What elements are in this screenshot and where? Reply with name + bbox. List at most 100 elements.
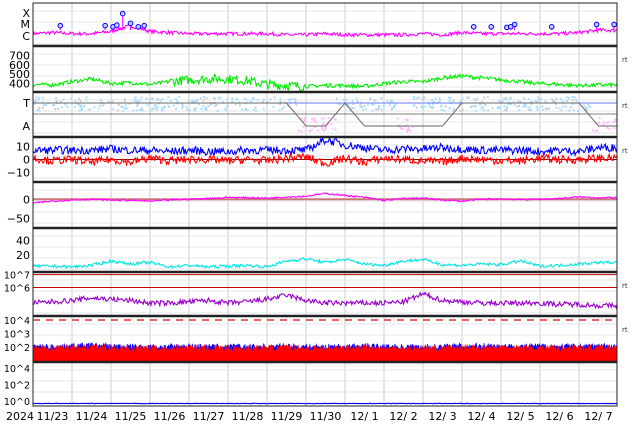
- temperature-point: [409, 129, 412, 132]
- flare-marker: [593, 21, 600, 28]
- temperature-point: [85, 96, 88, 99]
- temperature-point: [554, 100, 557, 103]
- temperature-point: [135, 100, 138, 103]
- temperature-point: [589, 106, 592, 109]
- temperature-point: [315, 121, 318, 124]
- temperature-point: [453, 107, 456, 110]
- temperature-point: [156, 106, 159, 109]
- temperature-point: [584, 106, 587, 109]
- flare-marker: [470, 24, 477, 30]
- temperature-point: [518, 109, 521, 112]
- temperature-point: [250, 100, 253, 103]
- temperature-point: [181, 103, 184, 106]
- temperature-point: [226, 105, 229, 108]
- temperature-point: [55, 99, 58, 102]
- y-tick-label: 10^4: [4, 316, 30, 327]
- temperature-point: [491, 107, 494, 110]
- temperature-point: [356, 100, 359, 103]
- temperature-point: [503, 97, 506, 100]
- temperature-point: [583, 104, 586, 107]
- temperature-point: [344, 98, 347, 101]
- temperature-point: [421, 104, 424, 107]
- temperature-point: [224, 109, 227, 112]
- temperature-point: [528, 108, 531, 111]
- temperature-point: [331, 128, 334, 131]
- series-index: [33, 257, 617, 270]
- temperature-point: [567, 97, 570, 100]
- temperature-point: [438, 100, 441, 103]
- y-tick-label: 10: [16, 140, 30, 153]
- x-tick-label: 11/29: [271, 410, 303, 423]
- temperature-point: [132, 99, 135, 102]
- series-speed: [33, 72, 617, 92]
- temperature-point: [139, 99, 142, 102]
- temperature-point: [176, 100, 179, 103]
- temperature-point: [322, 117, 325, 120]
- temperature-point: [591, 129, 594, 132]
- temperature-point: [111, 100, 114, 103]
- temperature-point: [181, 106, 184, 109]
- temperature-point: [334, 128, 337, 131]
- temperature-point: [478, 103, 481, 106]
- temperature-point: [66, 106, 69, 109]
- temperature-point: [577, 109, 580, 112]
- temperature-point: [207, 105, 210, 108]
- temperature-point: [560, 109, 563, 112]
- temperature-point: [555, 106, 558, 109]
- temperature-point: [353, 107, 356, 110]
- temperature-point: [202, 105, 205, 108]
- temperature-point: [552, 100, 555, 103]
- temperature-point: [430, 99, 433, 102]
- temperature-point: [508, 98, 511, 101]
- temperature-point: [406, 118, 409, 121]
- temperature-point: [167, 96, 170, 99]
- temperature-point: [304, 130, 307, 133]
- temperature-point: [507, 103, 510, 106]
- y-tick-label: 400: [9, 78, 30, 91]
- temperature-point: [224, 107, 227, 110]
- temperature-point: [172, 104, 175, 107]
- temperature-point: [124, 107, 127, 110]
- temperature-point: [117, 109, 120, 112]
- temperature-point: [528, 105, 531, 108]
- temperature-point: [93, 106, 96, 109]
- temperature-point: [434, 98, 437, 101]
- temperature-point: [407, 126, 410, 129]
- x-tick-label: 12/ 1: [350, 410, 378, 423]
- temperature-point: [420, 106, 423, 109]
- space-weather-chart: 2024 11/23 11/24 11/25 11/26 11/27 11/28 11/29 1…: [0, 0, 634, 424]
- temperature-point: [380, 108, 383, 111]
- temperature-point: [262, 100, 265, 103]
- temperature-point: [415, 106, 418, 109]
- temperature-point: [571, 96, 574, 99]
- temperature-point: [413, 104, 416, 107]
- temperature-point: [377, 106, 380, 109]
- temperature-point: [163, 105, 166, 108]
- y-tick-label: −10: [7, 167, 30, 180]
- x-tick-label: 11/24: [76, 410, 108, 423]
- temperature-point: [83, 104, 86, 107]
- panel-imf: 100−10 rt: [7, 137, 628, 180]
- temperature-point: [141, 109, 144, 112]
- temperature-point: [364, 108, 367, 111]
- y-tick-label: 40: [16, 234, 30, 247]
- temperature-point: [351, 99, 354, 102]
- temperature-point: [51, 104, 54, 107]
- temperature-point: [481, 106, 484, 109]
- temperature-point: [303, 116, 306, 119]
- temperature-point: [278, 109, 281, 112]
- temperature-point: [137, 100, 140, 103]
- temperature-point: [146, 104, 149, 107]
- temperature-point: [461, 97, 464, 100]
- series-electrons: [33, 291, 617, 310]
- temperature-point: [539, 98, 542, 101]
- temperature-point: [154, 103, 157, 106]
- temperature-point: [402, 127, 405, 130]
- year-label: 2024: [6, 410, 34, 423]
- temperature-point: [255, 109, 258, 112]
- temperature-point: [422, 98, 425, 101]
- temperature-point: [406, 129, 409, 132]
- x-tick-label: 12/ 3: [428, 410, 456, 423]
- temperature-point: [219, 96, 222, 99]
- temperature-point: [159, 99, 162, 102]
